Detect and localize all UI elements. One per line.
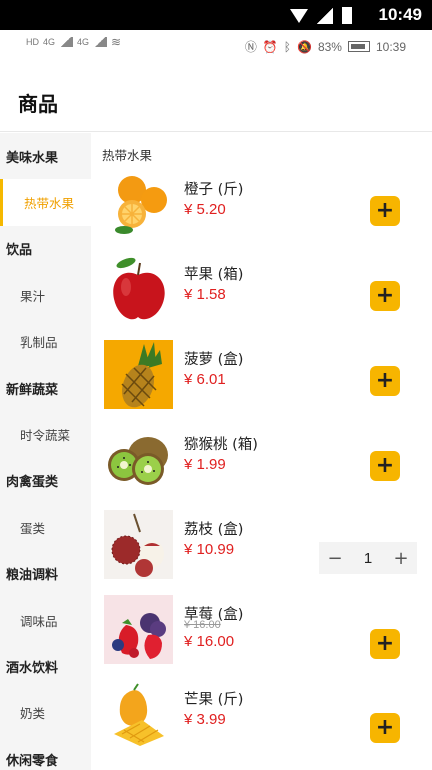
- sidebar-category-fruit[interactable]: 美味水果: [0, 133, 91, 179]
- add-to-cart-button[interactable]: +: [370, 451, 400, 481]
- product-price: ¥ 1.58: [184, 286, 226, 303]
- product-price: ¥ 6.01: [184, 371, 226, 388]
- sidebar-category-meat-eggs[interactable]: 肉禽蛋类: [0, 458, 91, 504]
- product-price: ¥ 10.99: [184, 541, 235, 558]
- category-sidebar: 美味水果 热带水果 饮品 果汁 乳制品 新鲜蔬菜 时令蔬菜 肉禽蛋类 蛋类 粮油…: [0, 133, 91, 770]
- wifi-icon: ≋: [111, 35, 122, 49]
- page-header: 商品: [0, 62, 432, 132]
- product-name: 芒果 (斤): [184, 692, 244, 708]
- sidebar-item-eggs[interactable]: 蛋类: [0, 504, 91, 550]
- nfc-icon: Ⓝ: [244, 40, 257, 54]
- signal-icon: [59, 37, 74, 47]
- product-name: 菠萝 (盒): [184, 352, 244, 368]
- add-to-cart-button[interactable]: +: [370, 196, 400, 226]
- phone-status-bar: HD 4G 4G ≋ Ⓝ ⏰ ᛒ 🔕 83% 10:39: [0, 30, 432, 62]
- system-status-bar: 10:49: [0, 0, 432, 30]
- alarm-icon: ⏰: [262, 39, 278, 54]
- page-title: 商品: [18, 92, 58, 116]
- quantity-stepper[interactable]: − 1 +: [319, 542, 417, 574]
- original-price: ¥ 16.00: [184, 619, 221, 631]
- battery-icon: [342, 7, 352, 24]
- product-price: ¥ 3.99: [184, 711, 226, 728]
- product-price: ¥ 16.00: [184, 633, 235, 650]
- wifi-icon: [290, 8, 308, 23]
- product-name: 橙子 (斤): [184, 182, 244, 198]
- product-list: 热带水果 橙子 (斤) ¥ 5.20 + 苹果 (箱) ¥ 1.58 + 菠萝 …: [91, 133, 432, 770]
- sidebar-item-juice[interactable]: 果汁: [0, 272, 91, 318]
- sidebar-category-beverages[interactable]: 酒水饮料: [0, 643, 91, 689]
- battery-percent: 83%: [317, 39, 342, 54]
- product-item[interactable]: 芒果 (斤) ¥ 3.99 +: [104, 680, 424, 752]
- product-name: 荔枝 (盒): [184, 522, 244, 538]
- bluetooth-icon: ᛒ: [283, 39, 291, 54]
- phone-status-right: Ⓝ ⏰ ᛒ 🔕 83% 10:39: [245, 38, 406, 55]
- system-icons: [290, 7, 352, 24]
- section-title: 热带水果: [102, 148, 153, 163]
- sidebar-category-grain-oil[interactable]: 粮油调料: [0, 551, 91, 597]
- orange-image: [104, 170, 173, 239]
- sidebar-category-snacks[interactable]: 休闲零食: [0, 736, 91, 770]
- product-name: 猕猴桃 (箱): [184, 437, 258, 453]
- sidebar-item-seasonal-vegetables[interactable]: 时令蔬菜: [0, 411, 91, 457]
- battery-icon: [347, 41, 370, 52]
- sidebar-category-vegetables[interactable]: 新鲜蔬菜: [0, 365, 91, 411]
- decrease-button[interactable]: −: [319, 542, 351, 574]
- product-price: ¥ 5.20: [184, 201, 226, 218]
- network-label-2: 4G: [77, 36, 90, 47]
- phone-time: 10:39: [375, 39, 406, 54]
- sidebar-item-milk[interactable]: 奶类: [0, 690, 91, 736]
- product-name: 苹果 (箱): [184, 267, 244, 283]
- kiwi-image: [104, 425, 173, 494]
- system-time: 10:49: [378, 5, 422, 24]
- sidebar-item-seasoning[interactable]: 调味品: [0, 597, 91, 643]
- apple-image: [104, 255, 173, 324]
- hd-badge-1: HD: [26, 36, 39, 47]
- sidebar-item-tropical-fruit[interactable]: 热带水果: [0, 179, 91, 227]
- signal-icon: [93, 37, 108, 47]
- product-item[interactable]: 橙子 (斤) ¥ 5.20 +: [104, 170, 424, 242]
- mute-icon: 🔕: [296, 39, 312, 54]
- strawberry-image: [104, 595, 173, 664]
- product-item[interactable]: 荔枝 (盒) ¥ 10.99 − 1 +: [104, 510, 424, 582]
- network-label-1: 4G: [43, 36, 56, 47]
- increase-button[interactable]: +: [385, 542, 417, 574]
- product-item[interactable]: 菠萝 (盒) ¥ 6.01 +: [104, 340, 424, 412]
- lychee-image: [104, 510, 173, 579]
- product-item[interactable]: 猕猴桃 (箱) ¥ 1.99 +: [104, 425, 424, 497]
- product-item[interactable]: 苹果 (箱) ¥ 1.58 +: [104, 255, 424, 327]
- signal-icon: [317, 7, 333, 24]
- add-to-cart-button[interactable]: +: [370, 281, 400, 311]
- quantity-value: 1: [363, 549, 373, 567]
- mango-image: [104, 680, 173, 749]
- sidebar-item-dairy[interactable]: 乳制品: [0, 319, 91, 365]
- product-price: ¥ 1.99: [184, 456, 226, 473]
- add-to-cart-button[interactable]: +: [370, 366, 400, 396]
- add-to-cart-button[interactable]: +: [370, 629, 400, 659]
- phone-status-left: HD 4G 4G ≋: [26, 35, 121, 49]
- pineapple-image: [104, 340, 173, 409]
- product-item[interactable]: 草莓 (盒) ¥ 16.00 ¥ 16.00 +: [104, 595, 424, 667]
- sidebar-category-drinks[interactable]: 饮品: [0, 226, 91, 272]
- add-to-cart-button[interactable]: +: [370, 713, 400, 743]
